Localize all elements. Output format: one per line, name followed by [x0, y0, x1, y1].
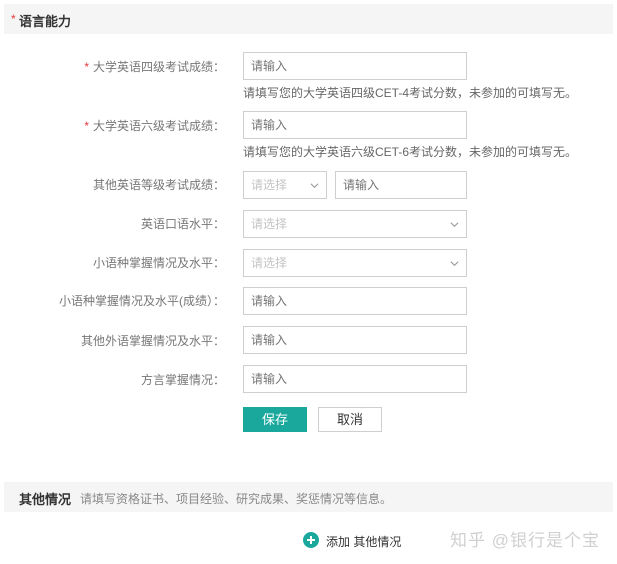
other-section-description: 请填写资格证书、项目经验、研究成果、奖惩情况等信息。 [80, 492, 393, 506]
other-foreign-language-label: 其他外语掌握情况及水平： [80, 334, 225, 348]
other-foreign-language-input[interactable] [243, 326, 467, 354]
other-english-exam-label: 其他英语等级考试成绩： [92, 178, 225, 192]
add-other-label: 添加 其他情况 [326, 535, 402, 549]
cet4-label: * 大学英语四级考试成绩： [84, 60, 225, 74]
cet6-label: * 大学英语六级考试成绩： [84, 119, 225, 133]
minor-language-score-label: 小语种掌握情况及水平(成绩）： [59, 294, 225, 308]
watermark: 知乎 @银行是个宝 [450, 531, 600, 550]
minor-language-score-input[interactable] [243, 287, 467, 315]
spoken-english-label: 英语口语水平： [140, 217, 225, 231]
cet6-hint: 请填写您的大学英语六级CET-6考试分数，未参加的可填写无。 [243, 145, 578, 159]
minor-language-select[interactable]: 请选择 [243, 249, 467, 277]
cancel-button[interactable]: 取消 [318, 407, 382, 432]
chevron-down-icon [450, 261, 459, 267]
dialect-input[interactable] [243, 365, 467, 393]
section-header-language: * 语言能力 [4, 4, 613, 34]
minor-language-label: 小语种掌握情况及水平： [92, 256, 225, 270]
section-title: 语言能力 [19, 14, 72, 29]
cet6-score-input[interactable] [243, 111, 467, 139]
other-section-title: 其他情况 [19, 492, 72, 507]
plus-circle-icon [303, 532, 319, 548]
cet4-hint: 请填写您的大学英语四级CET-4考试分数，未参加的可填写无。 [243, 86, 578, 100]
other-english-exam-score-input[interactable] [335, 171, 467, 199]
other-english-exam-select[interactable]: 请选择 [243, 171, 327, 199]
cet4-score-input[interactable] [243, 52, 467, 80]
chevron-down-icon [450, 222, 459, 228]
spoken-english-select[interactable]: 请选择 [243, 210, 467, 238]
save-button[interactable]: 保存 [243, 407, 307, 432]
required-mark: * [11, 12, 16, 26]
chevron-down-icon [310, 183, 319, 189]
dialect-label: 方言掌握情况： [140, 373, 225, 387]
section-header-other: 其他情况 请填写资格证书、项目经验、研究成果、奖惩情况等信息。 [4, 482, 613, 512]
